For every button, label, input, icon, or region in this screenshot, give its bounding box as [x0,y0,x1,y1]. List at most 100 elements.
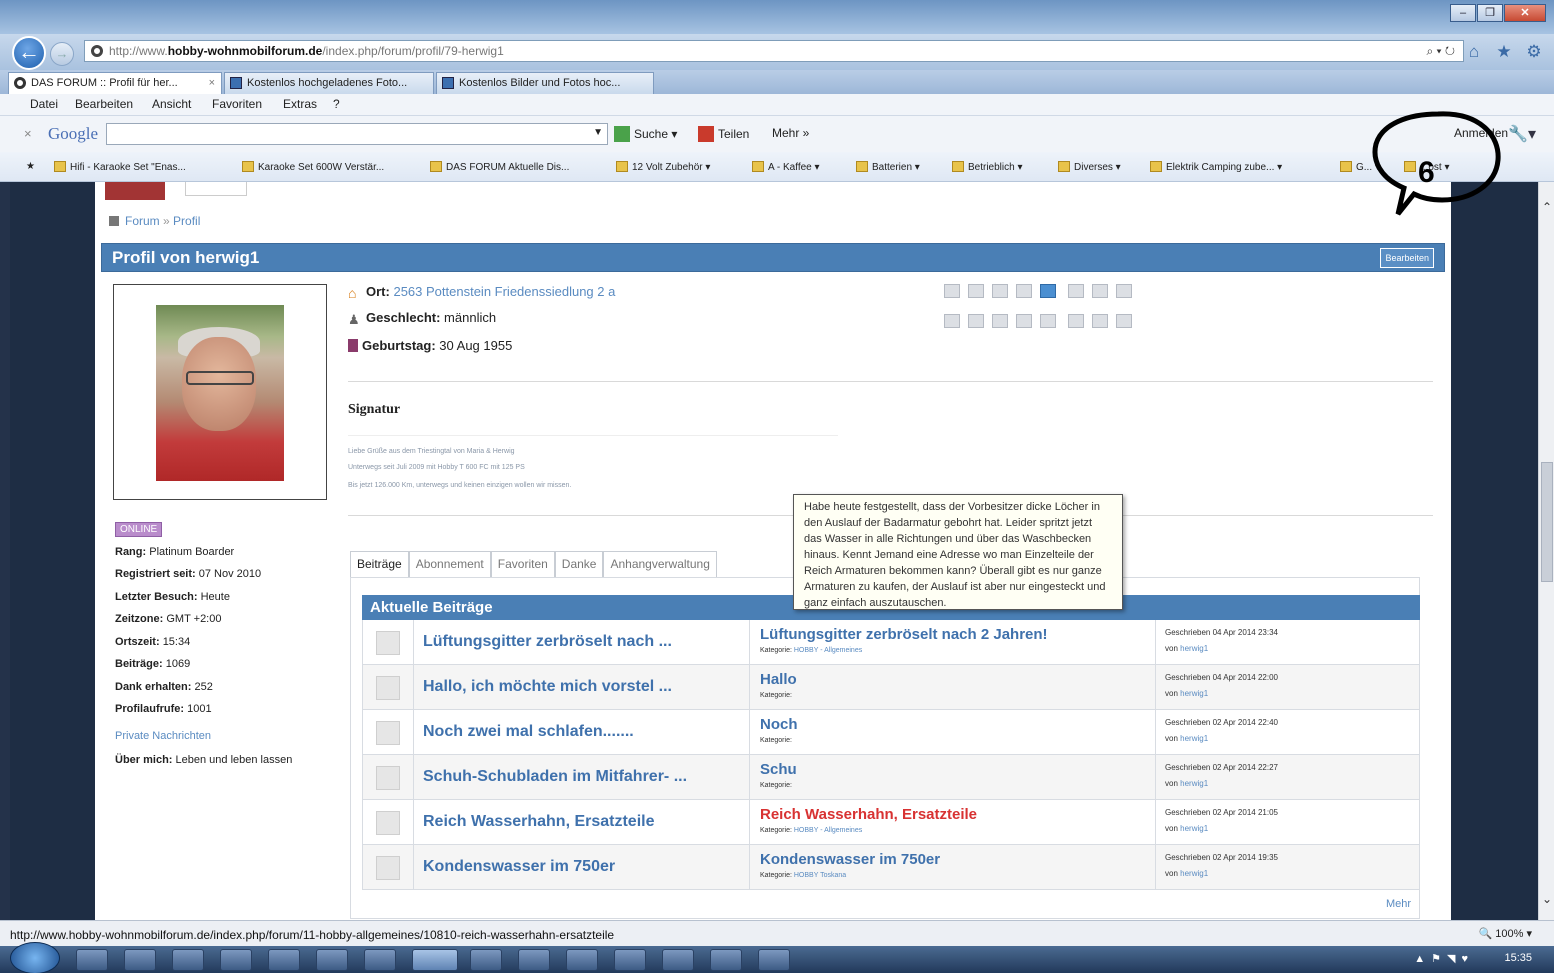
favorites-star-icon[interactable]: ★ [26,161,35,172]
more-posts-link[interactable]: Mehr [1386,898,1411,910]
social-icon[interactable] [1016,314,1032,328]
taskbar-app[interactable] [662,949,694,971]
location-link[interactable]: 2563 Pottenstein Friedenssiedlung 2 a [393,284,615,299]
favorite-folder[interactable]: Elektrik Camping zube... ▾ [1150,161,1282,173]
menu-edit[interactable]: Bearbeiten [75,97,133,111]
social-icon[interactable] [968,284,984,298]
taskbar-app[interactable] [710,949,742,971]
favorite-item[interactable]: Karaoke Set 600W Verstär... [242,161,384,173]
more-button[interactable]: Mehr » [772,126,809,140]
address-bar[interactable]: http://www.hobby-wohnmobilforum.de/index… [84,40,1464,62]
post-title-link[interactable]: Reich Wasserhahn, Ersatzteile [423,813,655,831]
author-link[interactable]: herwig1 [1180,869,1208,878]
breadcrumb-profile-link[interactable]: Profil [173,214,200,228]
social-icon[interactable] [1092,284,1108,298]
wrench-icon[interactable]: 🔧▾ [1508,124,1536,144]
star-icon[interactable]: ★ [1494,42,1514,62]
zoom-control[interactable]: 🔍 100% ▾ [1479,927,1532,940]
author-link[interactable]: herwig1 [1180,824,1208,833]
favorite-folder[interactable]: Batterien ▾ [856,161,920,173]
menu-tools[interactable]: Extras [283,97,317,111]
author-link[interactable]: herwig1 [1180,734,1208,743]
tab-favorites[interactable]: Favoriten [490,551,555,577]
share-button[interactable]: Teilen [698,126,749,142]
favorite-folder[interactable]: A - Kaffee ▾ [752,161,820,173]
social-icon[interactable] [1092,314,1108,328]
tab-thanks[interactable]: Danke [554,551,604,577]
author-link[interactable]: herwig1 [1180,779,1208,788]
favorite-folder[interactable]: Betrieblich ▾ [952,161,1023,173]
close-icon[interactable]: × [24,126,32,141]
post-full-title-link[interactable]: Kondenswasser im 750er [760,851,940,868]
taskbar-app[interactable] [268,949,300,971]
taskbar-app[interactable] [316,949,348,971]
post-full-title-link[interactable]: Lüftungsgitter zerbröselt nach 2 Jahren! [760,626,1048,643]
close-window-button[interactable]: ✕ [1504,4,1546,22]
scroll-thumb[interactable] [1541,462,1553,582]
author-link[interactable]: herwig1 [1180,644,1208,653]
menu-favorites[interactable]: Favoriten [212,97,262,111]
favorite-folder[interactable]: 12 Volt Zubehör ▾ [616,161,710,173]
post-title-link[interactable]: Kondenswasser im 750er [423,858,615,876]
taskbar-app[interactable] [470,949,502,971]
taskbar-app[interactable] [518,949,550,971]
gear-icon[interactable]: ⚙ [1524,42,1544,62]
social-icon[interactable] [944,314,960,328]
social-icon[interactable] [992,314,1008,328]
favorite-item[interactable]: Hifi - Karaoke Set "Enas... [54,161,186,173]
post-title-link[interactable]: Lüftungsgitter zerbröselt nach ... [423,633,672,651]
tab-forum-profile[interactable]: DAS FORUM :: Profil für her... × [8,72,222,94]
social-icon[interactable] [944,284,960,298]
maximize-button[interactable]: ❐ [1477,4,1503,22]
post-full-title-link[interactable]: Schu [760,761,797,778]
breadcrumb-forum-link[interactable]: Forum [125,214,160,228]
post-full-title-link[interactable]: Noch [760,716,798,733]
post-title-link[interactable]: Schuh-Schubladen im Mitfahrer- ... [423,768,687,786]
home-icon[interactable]: ⌂ [1464,42,1484,62]
menu-view[interactable]: Ansicht [152,97,191,111]
taskbar-app[interactable] [758,949,790,971]
tab-subscriptions[interactable]: Abonnement [408,551,491,577]
post-full-title-link[interactable]: Hallo [760,671,797,688]
category-link[interactable]: HOBBY - Allgemeines [794,647,862,654]
back-button[interactable]: ← [12,36,46,70]
taskbar-app[interactable] [566,949,598,971]
social-icon[interactable] [968,314,984,328]
menu-help[interactable]: ? [333,97,340,111]
author-link[interactable]: herwig1 [1180,689,1208,698]
taskbar-app[interactable] [172,949,204,971]
social-icon[interactable] [1016,284,1032,298]
social-icon[interactable] [1116,284,1132,298]
favorite-folder[interactable]: Diverses ▾ [1058,161,1121,173]
tab-uploaded-photo[interactable]: Kostenlos hochgeladenes Foto... [224,72,434,94]
taskbar-app-active[interactable] [412,949,458,971]
tab-free-images[interactable]: Kostenlos Bilder und Fotos hoc... [436,72,654,94]
tab-close-icon[interactable]: × [209,73,215,93]
google-search-button[interactable]: Suche ▾ [614,126,677,142]
tab-posts[interactable]: Beiträge [350,551,409,577]
taskbar-app[interactable] [364,949,396,971]
social-icon[interactable] [992,284,1008,298]
start-button[interactable] [10,942,60,973]
social-icon-active[interactable] [1040,284,1056,298]
google-search-input[interactable]: ▼ [106,123,608,145]
category-link[interactable]: HOBBY - Allgemeines [794,827,862,834]
forward-button[interactable]: → [50,42,74,66]
private-messages-link[interactable]: Private Nachrichten [115,730,211,742]
scroll-up-icon[interactable]: ⌃ [1541,200,1553,214]
taskbar-app[interactable] [76,949,108,971]
taskbar-app[interactable] [124,949,156,971]
post-full-title-link-hovered[interactable]: Reich Wasserhahn, Ersatzteile [760,806,977,823]
dropdown-arrow-icon[interactable]: ▼ [593,127,603,138]
social-icon[interactable] [1068,314,1084,328]
tab-attachments[interactable]: Anhangverwaltung [603,551,717,577]
taskbar-app[interactable] [614,949,646,971]
social-icon[interactable] [1068,284,1084,298]
social-icon[interactable] [1040,314,1056,328]
system-tray-icons[interactable]: ▲⚑◥♥ [1414,952,1474,965]
address-tools[interactable]: ⌕ ▾ ↻ [1426,41,1455,61]
minimize-button[interactable]: – [1450,4,1476,22]
social-icon[interactable] [1116,314,1132,328]
post-title-link[interactable]: Hallo, ich möchte mich vorstel ... [423,678,672,696]
post-title-link[interactable]: Noch zwei mal schlafen....... [423,723,634,741]
